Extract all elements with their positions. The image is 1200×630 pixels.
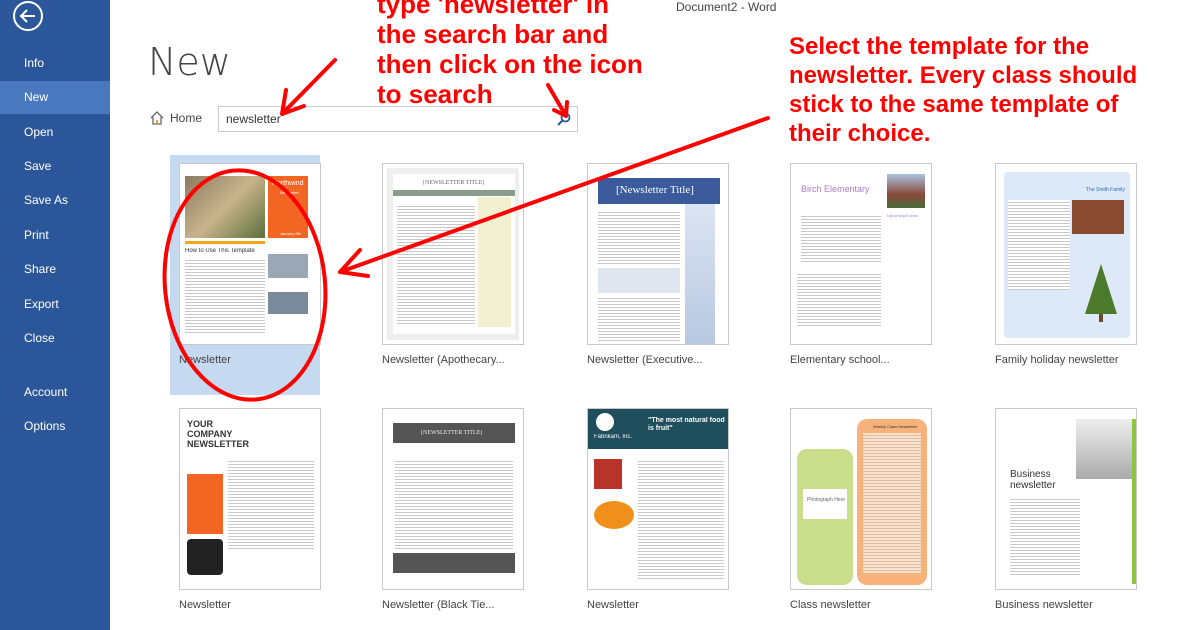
sidebar-item-options[interactable]: Options [0, 410, 110, 443]
template-photo [268, 254, 308, 278]
template-card-class-newsletter[interactable]: Weekly Class Newsletter Photograph Here [790, 408, 932, 590]
template-card-newsletter[interactable]: Northwind Newsletter January 6th How to … [179, 163, 321, 345]
sidebar-item-save-as[interactable]: Save As [0, 184, 110, 217]
sidebar-item-account[interactable]: Account [0, 376, 110, 409]
template-label: Newsletter [179, 599, 231, 611]
template-text: Fabrikam, Inc. [594, 434, 633, 440]
template-label: Newsletter (Apothecary... [382, 354, 505, 366]
window-title: Document2 - Word [676, 0, 777, 14]
sidebar-item-new[interactable]: New [0, 81, 110, 114]
template-label: Newsletter (Executive... [587, 354, 703, 366]
template-label: Class newsletter [790, 599, 871, 611]
back-button[interactable] [8, 0, 52, 34]
template-card-black-tie[interactable]: [NEWSLETTER TITLE] [382, 408, 524, 590]
annotation-template-instructions: Select the template for the newsletter. … [789, 32, 1137, 148]
search-input[interactable] [219, 107, 539, 131]
template-text: Business newsletter [1010, 469, 1056, 491]
sidebar-item-close[interactable]: Close [0, 322, 110, 355]
sidebar-item-save[interactable]: Save [0, 150, 110, 183]
template-photo [185, 176, 265, 238]
home-label: Home [170, 111, 203, 125]
divider [185, 241, 265, 244]
template-text: [NEWSLETTER TITLE] [421, 430, 483, 436]
template-card-business-newsletter[interactable]: Business newsletter [995, 408, 1137, 590]
annotation-line: Select the template for the [789, 33, 1090, 60]
template-body-text [185, 258, 265, 333]
template-card-fabrikam[interactable]: Fabrikam, Inc. "The most natural food is… [587, 408, 729, 590]
back-arrow-icon [13, 1, 43, 31]
template-label: Family holiday newsletter [995, 354, 1119, 366]
annotation-line: to search [377, 79, 493, 109]
template-text: The Smith Family [1086, 187, 1125, 193]
template-label: Elementary school... [790, 354, 890, 366]
template-card-apothecary[interactable]: [NEWSLETTER TITLE] [382, 163, 524, 345]
sidebar-item-info[interactable]: Info [0, 47, 110, 80]
template-text: [Newsletter Title] [616, 184, 694, 196]
home-icon [150, 111, 164, 125]
template-card-company-newsletter[interactable]: YOUR COMPANY NEWSLETTER [179, 408, 321, 590]
annotation-line: stick to the same template of [789, 91, 1119, 118]
template-card-executive[interactable]: [Newsletter Title] [587, 163, 729, 345]
backstage-sidebar: Info New Open Save Save As Print Share E… [0, 0, 110, 630]
search-icon[interactable] [556, 111, 572, 127]
template-label: Newsletter [179, 354, 231, 366]
search-box [218, 106, 578, 132]
template-photo [268, 292, 308, 314]
sidebar-item-open[interactable]: Open [0, 116, 110, 149]
annotation-line: the search bar and [377, 19, 609, 49]
template-text: How to Use This Template [185, 248, 255, 254]
annotation-line: newsletter. Every class should [789, 62, 1138, 89]
template-text: January 6th [280, 231, 301, 236]
annotation-line: then click on the icon [377, 49, 643, 79]
template-label: Newsletter [587, 599, 639, 611]
template-label: Business newsletter [995, 599, 1093, 611]
template-card-family-holiday[interactable]: The Smith Family [995, 163, 1137, 345]
template-text: Upcoming Events [887, 213, 919, 218]
template-text: Northwind [272, 180, 304, 187]
sidebar-item-share[interactable]: Share [0, 253, 110, 286]
template-text: [NEWSLETTER TITLE] [423, 180, 485, 186]
sidebar-item-export[interactable]: Export [0, 288, 110, 321]
template-card-elementary[interactable]: Birch Elementary Upcoming Events [790, 163, 932, 345]
template-label: Newsletter (Black Tie... [382, 599, 495, 611]
template-text: YOUR COMPANY NEWSLETTER [187, 419, 249, 449]
home-link[interactable]: Home [150, 111, 202, 125]
sidebar-item-print[interactable]: Print [0, 219, 110, 252]
template-text: Newsletter [280, 190, 299, 195]
template-text: Weekly Class Newsletter [873, 424, 918, 429]
template-text: Photograph Here [807, 497, 846, 503]
annotation-line: their choice. [789, 120, 931, 147]
tree-icon [1085, 264, 1117, 322]
page-title: New [148, 40, 231, 84]
template-body-text [397, 204, 475, 324]
annotation-search-instructions: type 'newsletter' in the search bar and … [377, 0, 643, 109]
template-body-text [598, 210, 680, 265]
template-text: Birch Elementary [801, 184, 870, 194]
annotation-line: type 'newsletter' in [377, 0, 609, 19]
template-text: "The most natural food is fruit" [648, 417, 725, 432]
